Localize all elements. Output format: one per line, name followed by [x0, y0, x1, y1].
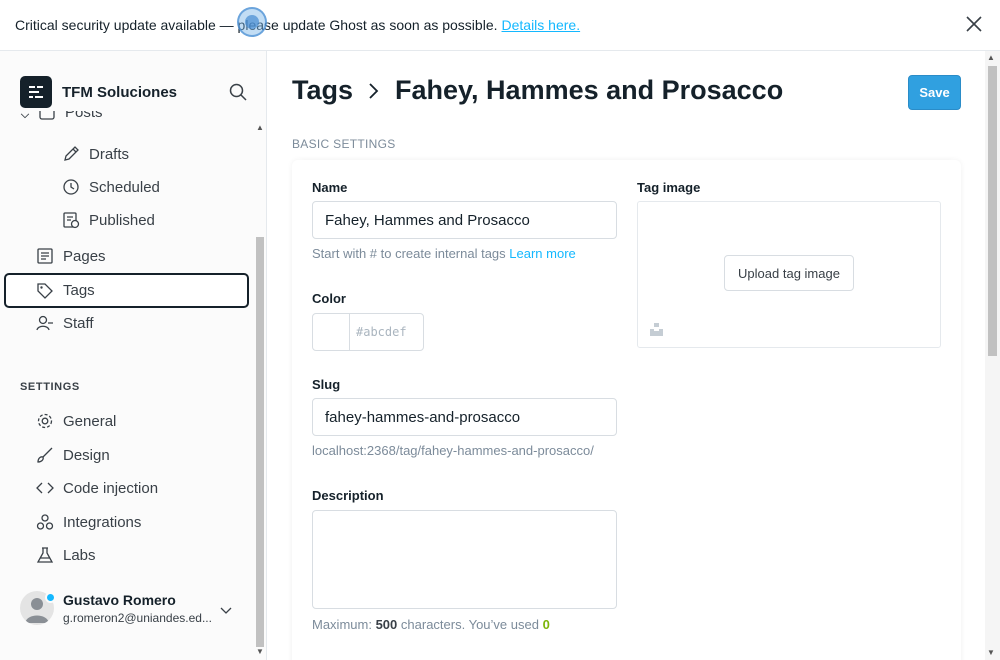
sidebar-item-label: General: [63, 412, 117, 430]
sidebar-item-label: Scheduled: [89, 178, 160, 196]
sidebar-item-scheduled[interactable]: Scheduled: [62, 177, 160, 197]
security-alert-banner: Critical security update available — ple…: [0, 0, 1000, 51]
sidebar-item-drafts[interactable]: Drafts: [62, 144, 129, 164]
sidebar-item-label: Pages: [63, 247, 106, 265]
scroll-up-arrow-icon[interactable]: ▲: [987, 53, 995, 62]
clock-icon: [63, 179, 79, 195]
name-input[interactable]: Fahey, Hammes and Prosacco: [312, 201, 617, 239]
sidebar-item-design[interactable]: Design: [36, 445, 110, 465]
sidebar-item-label: Posts: [65, 111, 103, 121]
name-hint: Start with # to create internal tags Lea…: [312, 246, 576, 261]
slug-input-value: fahey-hammes-and-prosacco: [325, 408, 521, 426]
online-status-dot: [45, 592, 56, 603]
sidebar-item-label: Tags: [63, 282, 95, 299]
tag-image-dropzone[interactable]: Upload tag image: [637, 201, 941, 348]
basic-settings-label: BASIC SETTINGS: [292, 137, 396, 151]
code-icon: [36, 482, 54, 494]
main-scrollbar-thumb[interactable]: [988, 66, 997, 356]
sidebar-item-label: Design: [63, 446, 110, 464]
chevron-right-icon: [369, 82, 379, 99]
description-textarea[interactable]: [312, 510, 617, 609]
char-max: 500: [375, 617, 398, 632]
integrations-icon: [36, 514, 54, 530]
description-label: Description: [312, 488, 384, 503]
chevron-down-icon[interactable]: [220, 604, 232, 616]
main-content: Tags Fahey, Hammes and Prosacco Save BAS…: [268, 51, 1000, 660]
staff-icon: [36, 315, 53, 331]
sidebar-item-label: Published: [89, 211, 155, 229]
cursor-indicator: [237, 7, 267, 37]
character-counter: Maximum: 500 characters. You’ve used 0: [312, 617, 550, 632]
color-placeholder: abcdef: [363, 325, 407, 339]
color-input[interactable]: # abcdef: [312, 313, 424, 351]
page-title: Fahey, Hammes and Prosacco: [395, 75, 784, 105]
sidebar-item-staff[interactable]: Staff: [36, 313, 94, 333]
sidebar: TFM Soluciones Posts Drafts Scheduled Pu…: [0, 51, 267, 660]
color-hex-field[interactable]: # abcdef: [350, 314, 407, 350]
save-button[interactable]: Save: [908, 75, 961, 110]
sidebar-scrollbar-thumb[interactable]: [256, 237, 264, 647]
site-brand[interactable]: TFM Soluciones: [20, 76, 177, 108]
color-swatch[interactable]: [313, 314, 350, 350]
chevron-down-icon: [20, 113, 30, 119]
char-prefix: Maximum:: [312, 617, 372, 632]
alert-details-link[interactable]: Details here.: [502, 17, 581, 33]
sidebar-item-general[interactable]: General: [36, 411, 116, 431]
char-mid: characters. You’ve used: [400, 617, 539, 632]
sidebar-item-posts[interactable]: Posts: [20, 111, 103, 127]
gear-icon: [37, 413, 53, 429]
pages-icon: [37, 248, 53, 264]
pencil-icon: [64, 146, 79, 161]
close-icon[interactable]: [965, 15, 983, 33]
sidebar-item-tags[interactable]: Tags: [4, 273, 249, 308]
site-logo-icon: [20, 76, 52, 108]
sidebar-item-pages[interactable]: Pages: [36, 246, 106, 266]
color-hash-symbol: #: [356, 325, 364, 339]
learn-more-link[interactable]: Learn more: [509, 246, 575, 261]
unsplash-icon[interactable]: [650, 323, 663, 336]
slug-url-preview: localhost:2368/tag/fahey-hammes-and-pros…: [312, 443, 594, 458]
scroll-down-arrow-icon[interactable]: ▼: [256, 647, 264, 656]
user-email: g.romeron2@uniandes.ed...: [63, 610, 212, 625]
sidebar-item-labs[interactable]: Labs: [36, 545, 96, 565]
sidebar-item-label: Code injection: [63, 479, 159, 497]
sidebar-item-code-injection[interactable]: Code injection: [36, 478, 158, 498]
sidebar-item-integrations[interactable]: Integrations: [36, 512, 141, 532]
user-name: Gustavo Romero: [63, 591, 176, 608]
sidebar-item-label: Drafts: [89, 145, 130, 163]
scroll-up-arrow-icon[interactable]: ▲: [256, 123, 264, 132]
breadcrumb-parent-link[interactable]: Tags: [292, 75, 353, 106]
char-used: 0: [542, 617, 550, 632]
sidebar-item-label: Staff: [63, 314, 94, 332]
published-icon: [63, 212, 80, 229]
tag-icon: [37, 282, 53, 299]
name-label: Name: [312, 180, 348, 195]
posts-icon: [39, 111, 55, 120]
tag-image-label: Tag image: [637, 180, 701, 195]
scroll-down-arrow-icon[interactable]: ▼: [987, 648, 995, 657]
flask-icon: [36, 547, 54, 563]
sidebar-item-label: Labs: [63, 546, 96, 564]
color-label: Color: [312, 291, 346, 306]
slug-label: Slug: [312, 377, 341, 392]
search-icon[interactable]: [228, 82, 248, 102]
brush-icon: [37, 447, 53, 463]
upload-tag-image-button[interactable]: Upload tag image: [724, 255, 854, 291]
site-name: TFM Soluciones: [62, 83, 178, 101]
slug-input[interactable]: fahey-hammes-and-prosacco: [312, 398, 617, 436]
breadcrumb: Tags Fahey, Hammes and Prosacco: [292, 75, 783, 106]
settings-section-title: SETTINGS: [20, 381, 80, 393]
name-hint-text: Start with # to create internal tags: [312, 246, 506, 261]
sidebar-item-published[interactable]: Published: [62, 210, 155, 230]
name-input-value: Fahey, Hammes and Prosacco: [325, 211, 530, 229]
sidebar-item-label: Integrations: [63, 513, 142, 531]
tag-settings-card: Name Fahey, Hammes and Prosacco Start wi…: [292, 160, 961, 660]
